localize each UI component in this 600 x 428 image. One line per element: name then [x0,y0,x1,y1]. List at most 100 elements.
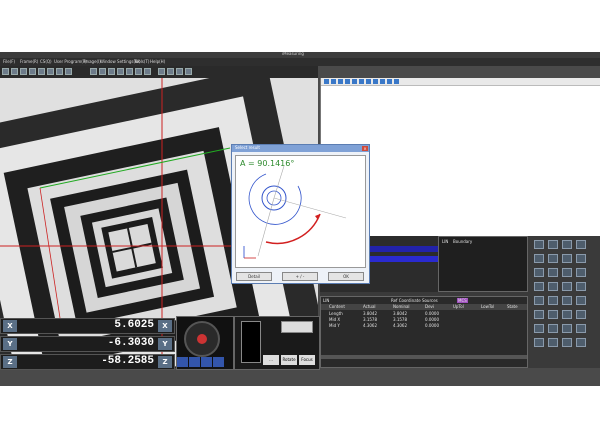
light-level-meter[interactable] [241,321,261,363]
coord-z-value: -58.2585 [101,355,154,367]
ref-coord-value[interactable]: MCS [457,298,468,303]
tool-button[interactable] [534,282,544,291]
measure-icon[interactable] [359,79,364,84]
copy-icon[interactable] [387,79,392,84]
tool-button[interactable] [548,240,558,249]
tool-icon[interactable] [144,68,151,75]
grid-icon[interactable] [366,79,371,84]
tool-icon[interactable] [47,68,54,75]
window-title: iMeasuring [282,52,304,56]
select-result-dialog: Select result × A = 90.1416° Detail + / … [231,144,370,284]
table-row[interactable]: Mid Y 4.3062 4.3062 0.0000 [321,323,527,329]
tool-icon[interactable] [108,68,115,75]
tool-button[interactable] [562,240,572,249]
menu-user-program[interactable]: User Program(P) [54,59,87,64]
zoom-in-icon[interactable] [324,79,329,84]
tool-icon[interactable] [185,68,192,75]
fit-icon[interactable] [345,79,350,84]
tool-icon[interactable] [20,68,27,75]
joystick-icon[interactable] [177,317,233,369]
tool-button[interactable] [548,310,558,319]
ok-button[interactable]: OK [328,272,364,281]
tool-button[interactable] [562,338,572,347]
toggle-sign-button[interactable]: + / - [282,272,318,281]
coord-x-value: 5.6025 [114,319,154,331]
tool-icon[interactable] [29,68,36,75]
tool-icon[interactable] [135,68,142,75]
tool-icon[interactable] [158,68,165,75]
light-panel: ... Rotate Focus [234,316,320,370]
tool-icon[interactable] [90,68,97,75]
result-canvas[interactable]: A = 90.1416° [235,155,366,268]
save-icon[interactable] [380,79,385,84]
dialog-title: Select result [235,145,260,150]
axis-y-button[interactable]: Y [158,338,172,350]
table-cell: 0.0000 [425,323,439,328]
tool-button[interactable] [548,296,558,305]
tool-button[interactable] [576,338,586,347]
tool-button[interactable] [576,324,586,333]
tool-button[interactable] [534,310,544,319]
tool-icon[interactable] [167,68,174,75]
table-scrollbar[interactable] [321,355,527,359]
tool-button[interactable] [576,310,586,319]
dialog-title-bar[interactable]: Select result × [232,145,369,152]
tool-button[interactable] [562,324,572,333]
tool-button[interactable] [562,268,572,277]
light-button-more[interactable]: ... [263,355,279,365]
tool-icon[interactable] [117,68,124,75]
column-header: UpTol [453,304,464,309]
tool-button[interactable] [562,282,572,291]
tool-icon[interactable] [126,68,133,75]
axis-x-button[interactable]: X [158,320,172,332]
result-table[interactable]: LIN Ref Coordinate Sources MCS Content A… [320,296,528,368]
tool-button[interactable] [576,240,586,249]
tool-button[interactable] [576,296,586,305]
menu-file[interactable]: File(F) [3,59,15,64]
dialog-close-button[interactable]: × [362,146,368,151]
print-icon[interactable] [373,79,378,84]
select-icon[interactable] [352,79,357,84]
tool-icon[interactable] [176,68,183,75]
tool-button[interactable] [534,254,544,263]
menu-image[interactable]: Image(I) [84,59,101,64]
menu-help[interactable]: Help(H) [150,59,165,64]
tool-button[interactable] [534,324,544,333]
rotate-button[interactable]: Rotate [281,355,297,365]
tool-icon[interactable] [11,68,18,75]
tool-button[interactable] [576,282,586,291]
detail-button[interactable]: Detail [236,272,272,281]
coord-row-x: X 5.6025 X [0,318,175,334]
toolbar [0,66,318,78]
zoom-out-icon[interactable] [331,79,336,84]
tool-icon[interactable] [38,68,45,75]
table-cell: 4.3062 [393,323,407,328]
tool-icon[interactable] [56,68,63,75]
menu-cs[interactable]: CS(Q) [40,59,52,64]
tool-button[interactable] [576,254,586,263]
tool-button[interactable] [548,282,558,291]
tool-button[interactable] [534,296,544,305]
tool-button[interactable] [534,268,544,277]
tool-button[interactable] [534,338,544,347]
axis-z-button[interactable]: Z [158,356,172,368]
tool-button[interactable] [548,268,558,277]
pan-icon[interactable] [338,79,343,84]
tool-button[interactable] [562,254,572,263]
tool-button[interactable] [548,324,558,333]
focus-button[interactable]: Focus [299,355,315,365]
menu-tools[interactable]: Tools(T) [134,59,149,64]
tool-button[interactable] [562,296,572,305]
tool-button[interactable] [562,310,572,319]
feature-list[interactable]: LIN Boundary [438,236,528,292]
tool-icon[interactable] [2,68,9,75]
column-header: State [507,304,518,309]
tool-button[interactable] [548,254,558,263]
tool-button[interactable] [576,268,586,277]
tool-icon[interactable] [65,68,72,75]
tool-icon[interactable] [99,68,106,75]
delete-icon[interactable] [394,79,399,84]
menu-frame[interactable]: Frame(R) [20,59,38,64]
tool-button[interactable] [534,240,544,249]
tool-button[interactable] [548,338,558,347]
